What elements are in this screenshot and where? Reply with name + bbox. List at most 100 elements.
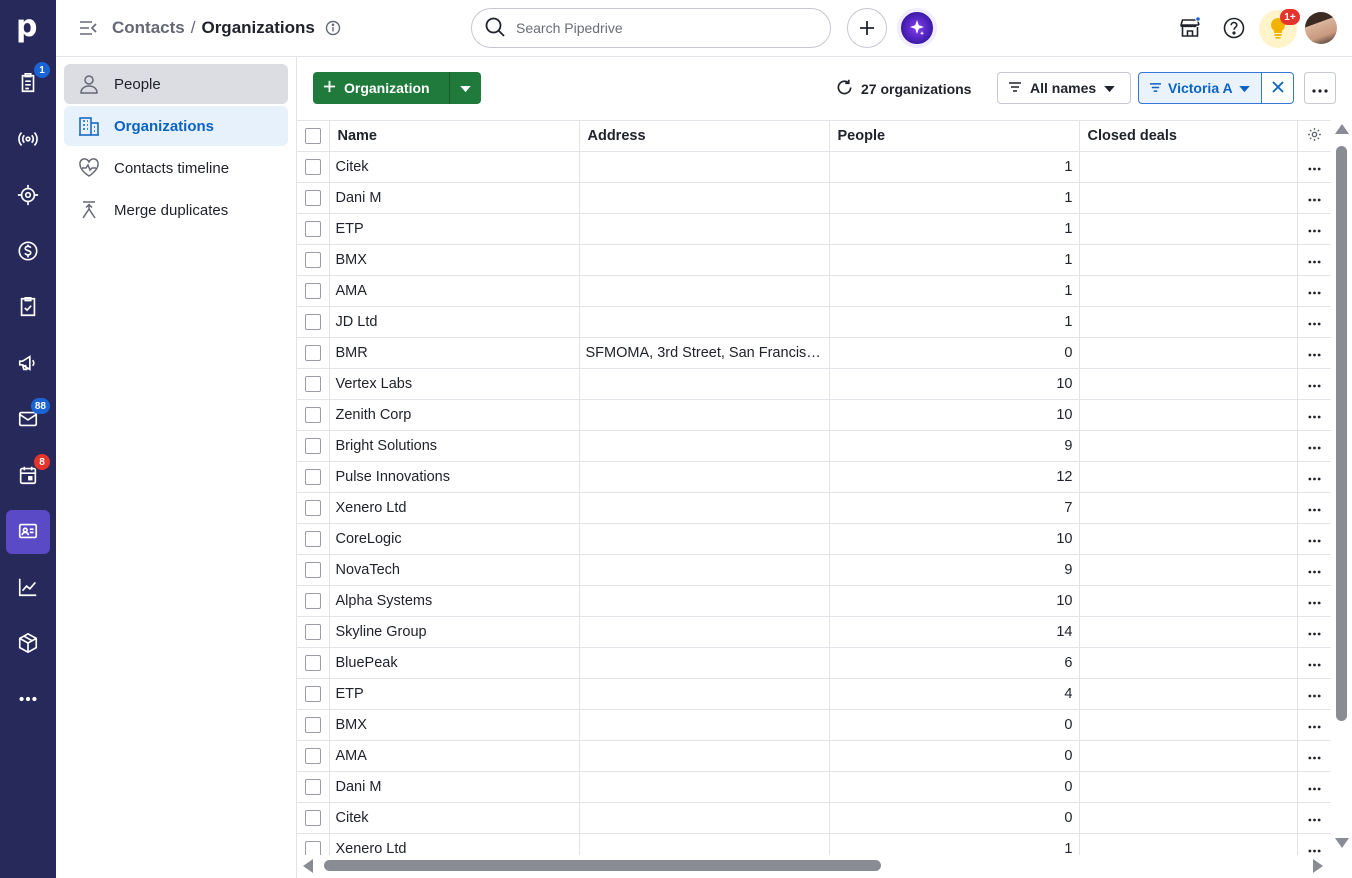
nav-item-contacts[interactable] (6, 510, 50, 554)
cell-closed-deals[interactable] (1079, 399, 1298, 431)
row-checkbox[interactable] (305, 748, 321, 765)
cell-closed-deals[interactable] (1079, 802, 1298, 834)
cell-closed-deals[interactable] (1079, 275, 1298, 307)
nav-item-campaigns[interactable] (6, 342, 50, 386)
cell-people[interactable]: 1 (829, 275, 1080, 307)
table-row[interactable]: AMA 1 (297, 275, 1331, 307)
nav-item-activities[interactable] (6, 286, 50, 330)
row-checkbox[interactable] (305, 469, 321, 486)
subnav-item-merge-duplicates[interactable]: Merge duplicates (64, 190, 288, 230)
horizontal-scroll-thumb[interactable] (324, 860, 881, 871)
column-header-closed-deals[interactable]: Closed deals (1079, 120, 1298, 152)
cell-closed-deals[interactable] (1079, 585, 1298, 617)
breadcrumb-contacts[interactable]: Contacts (112, 18, 185, 38)
row-checkbox[interactable] (305, 841, 321, 855)
row-checkbox[interactable] (305, 438, 321, 455)
cell-address[interactable] (579, 275, 830, 307)
cell-people[interactable]: 0 (829, 740, 1080, 772)
cell-closed-deals[interactable] (1079, 678, 1298, 710)
pipedrive-logo[interactable]: p (16, 12, 40, 42)
table-row[interactable]: BMRSFMOMA, 3rd Street, San Francisco, CA… (297, 337, 1331, 369)
cell-people[interactable]: 1 (829, 151, 1080, 183)
cell-closed-deals[interactable] (1079, 213, 1298, 245)
cell-address[interactable] (579, 368, 830, 400)
cell-closed-deals[interactable] (1079, 182, 1298, 214)
cell-closed-deals[interactable] (1079, 306, 1298, 338)
vertical-scroll-thumb[interactable] (1336, 146, 1347, 721)
gear-icon[interactable] (1307, 127, 1322, 146)
row-checkbox[interactable] (305, 624, 321, 641)
row-checkbox[interactable] (305, 283, 321, 300)
cell-people[interactable]: 10 (829, 523, 1080, 555)
column-header-people[interactable]: People (829, 120, 1080, 152)
table-row[interactable]: NovaTech 9 (297, 554, 1331, 586)
cell-address[interactable] (579, 678, 830, 710)
cell-address[interactable]: SFMOMA, 3rd Street, San Francisco, CA, U… (579, 337, 830, 369)
cell-people[interactable]: 12 (829, 461, 1080, 493)
row-checkbox[interactable] (305, 500, 321, 517)
cell-name[interactable]: AMA (329, 740, 580, 772)
more-horizontal-icon[interactable] (1308, 283, 1321, 298)
cell-name[interactable]: Pulse Innovations (329, 461, 580, 493)
table-row[interactable]: Zenith Corp 10 (297, 399, 1331, 431)
column-header-name[interactable]: Name (329, 120, 580, 152)
table-row[interactable]: BMX 1 (297, 244, 1331, 276)
cell-people[interactable]: 7 (829, 492, 1080, 524)
cell-closed-deals[interactable] (1079, 833, 1298, 855)
cell-people[interactable]: 1 (829, 833, 1080, 855)
table-row[interactable]: Vertex Labs 10 (297, 368, 1331, 400)
user-avatar[interactable] (1305, 12, 1337, 44)
cell-name[interactable]: Dani M (329, 182, 580, 214)
table-row[interactable]: Skyline Group 14 (297, 616, 1331, 648)
cell-name[interactable]: BMX (329, 244, 580, 276)
nav-item-calendar[interactable]: 8 (6, 454, 50, 498)
cell-address[interactable] (579, 554, 830, 586)
cell-name[interactable]: Xenero Ltd (329, 833, 580, 855)
table-row[interactable]: Dani M 0 (297, 771, 1331, 803)
cell-name[interactable]: BluePeak (329, 647, 580, 679)
table-row[interactable]: Pulse Innovations 12 (297, 461, 1331, 493)
table-row[interactable]: Xenero Ltd 1 (297, 833, 1331, 855)
cell-address[interactable] (579, 399, 830, 431)
cell-address[interactable] (579, 151, 830, 183)
vertical-scrollbar[interactable] (1331, 120, 1352, 855)
nav-item-insights[interactable] (6, 566, 50, 610)
cell-closed-deals[interactable] (1079, 244, 1298, 276)
cell-people[interactable]: 9 (829, 554, 1080, 586)
cell-name[interactable]: AMA (329, 275, 580, 307)
more-horizontal-icon[interactable] (1308, 500, 1321, 515)
cell-address[interactable] (579, 492, 830, 524)
cell-name[interactable]: Xenero Ltd (329, 492, 580, 524)
row-checkbox[interactable] (305, 531, 321, 548)
subnav-item-organizations[interactable]: Organizations (64, 106, 288, 146)
marketplace-icon[interactable] (1176, 14, 1204, 42)
cell-people[interactable]: 10 (829, 585, 1080, 617)
more-horizontal-icon[interactable] (1308, 469, 1321, 484)
more-horizontal-icon[interactable] (1308, 407, 1321, 422)
cell-people[interactable]: 1 (829, 306, 1080, 338)
row-checkbox[interactable] (305, 252, 321, 269)
cell-address[interactable] (579, 709, 830, 741)
cell-people[interactable]: 0 (829, 802, 1080, 834)
refresh-icon[interactable] (836, 79, 853, 99)
cell-people[interactable]: 14 (829, 616, 1080, 648)
table-row[interactable]: CoreLogic 10 (297, 523, 1331, 555)
cell-closed-deals[interactable] (1079, 709, 1298, 741)
more-horizontal-icon[interactable] (1308, 252, 1321, 267)
cell-closed-deals[interactable] (1079, 523, 1298, 555)
cell-name[interactable]: CoreLogic (329, 523, 580, 555)
help-icon[interactable] (1220, 14, 1248, 42)
row-checkbox[interactable] (305, 407, 321, 424)
cell-closed-deals[interactable] (1079, 461, 1298, 493)
table-row[interactable]: JD Ltd 1 (297, 306, 1331, 338)
cell-closed-deals[interactable] (1079, 740, 1298, 772)
cell-name[interactable]: BMX (329, 709, 580, 741)
add-organization-dropdown[interactable] (449, 72, 481, 104)
scroll-right-arrow[interactable] (1313, 859, 1323, 873)
row-checkbox[interactable] (305, 779, 321, 796)
table-row[interactable]: Xenero Ltd 7 (297, 492, 1331, 524)
cell-name[interactable]: Dani M (329, 771, 580, 803)
nav-item-projects[interactable] (6, 174, 50, 218)
cell-address[interactable] (579, 647, 830, 679)
table-row[interactable]: Citek 1 (297, 151, 1331, 183)
